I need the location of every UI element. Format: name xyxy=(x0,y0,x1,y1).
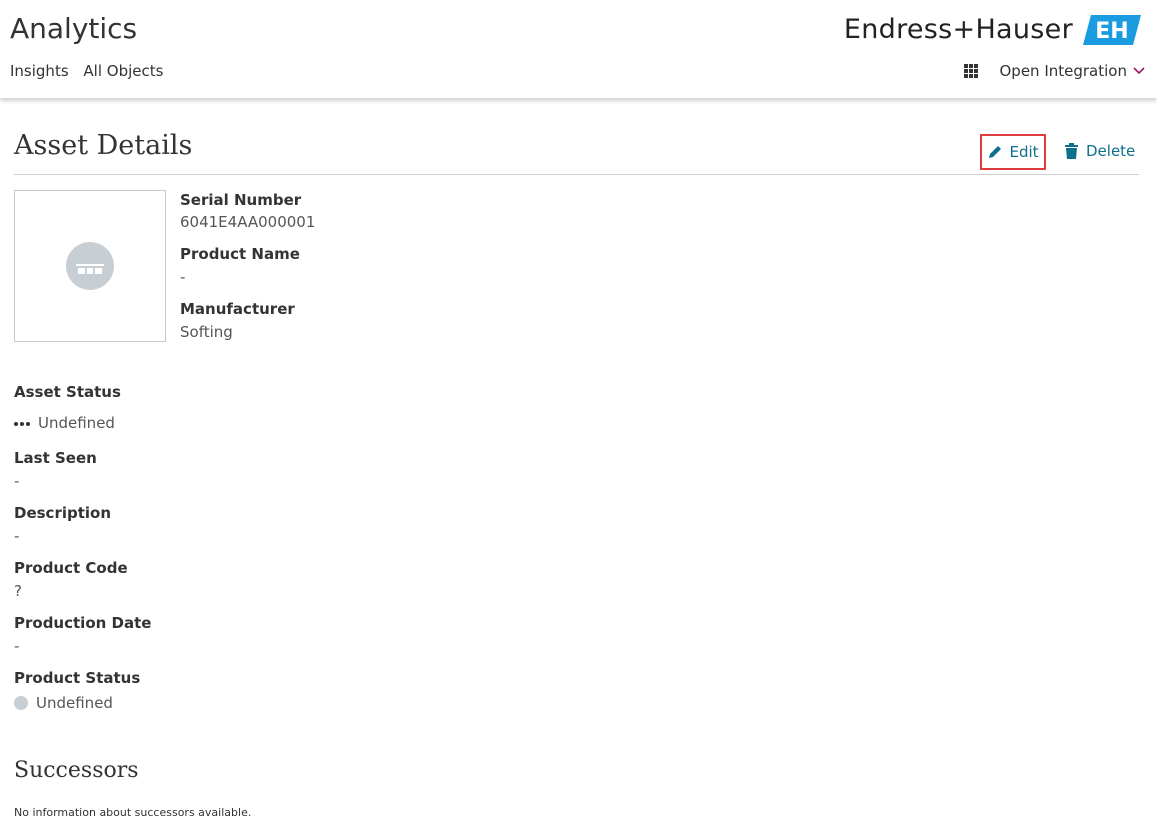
integration-label[interactable]: Open Integration xyxy=(1000,62,1128,80)
top-header: Analytics Insights All Objects Endress+H… xyxy=(0,0,1157,98)
production-date-label: Production Date xyxy=(14,614,152,632)
product-code-label: Product Code xyxy=(14,559,128,577)
nav-all-objects[interactable]: All Objects xyxy=(83,62,163,80)
brand-logo: Endress+Hauser EH xyxy=(844,14,1141,45)
asset-status-text: Undefined xyxy=(38,414,115,432)
product-status-label: Product Status xyxy=(14,669,141,687)
svg-text:EH: EH xyxy=(1095,19,1128,44)
title-divider xyxy=(14,174,1139,175)
asset-status-label: Asset Status xyxy=(14,383,121,401)
pencil-icon xyxy=(989,146,1002,158)
delete-label[interactable]: Delete xyxy=(1086,142,1135,160)
eh-logo-icon: EH xyxy=(1083,14,1141,45)
serial-number-label: Serial Number xyxy=(180,191,302,209)
chevron-down-icon[interactable] xyxy=(1133,67,1145,75)
asset-status-value: Undefined xyxy=(14,414,115,432)
serial-number-value: 6041E4AA000001 xyxy=(180,213,316,231)
delete-button[interactable]: Delete xyxy=(1065,142,1135,160)
manufacturer-label: Manufacturer xyxy=(180,300,295,318)
app-title: Analytics xyxy=(10,12,138,45)
nav-insights[interactable]: Insights xyxy=(10,62,69,80)
last-seen-value: - xyxy=(14,472,20,490)
product-code-value: ? xyxy=(14,582,22,600)
trash-icon xyxy=(1065,143,1078,159)
device-placeholder-icon xyxy=(66,242,114,290)
product-status-value: Undefined xyxy=(14,694,113,712)
integration-menu[interactable]: Open Integration xyxy=(963,62,1146,80)
product-name-label: Product Name xyxy=(180,245,300,263)
brand-name: Endress+Hauser xyxy=(843,14,1073,45)
page-title: Asset Details xyxy=(14,130,193,161)
edit-label[interactable]: Edit xyxy=(1009,143,1038,161)
main-nav: Insights All Objects xyxy=(10,62,173,80)
description-value: - xyxy=(14,527,20,545)
product-status-text: Undefined xyxy=(36,694,113,712)
edit-button[interactable]: Edit xyxy=(980,134,1046,170)
successors-note: No information about successors availabl… xyxy=(14,806,252,819)
successors-title: Successors xyxy=(14,758,139,783)
status-dots-icon xyxy=(14,414,32,432)
description-label: Description xyxy=(14,504,112,522)
asset-image xyxy=(14,190,166,342)
manufacturer-value: Softing xyxy=(180,323,233,341)
production-date-value: - xyxy=(14,637,20,655)
last-seen-label: Last Seen xyxy=(14,449,97,467)
status-circle-icon xyxy=(14,696,28,710)
grid-icon[interactable] xyxy=(963,64,978,78)
product-name-value: - xyxy=(180,268,186,286)
